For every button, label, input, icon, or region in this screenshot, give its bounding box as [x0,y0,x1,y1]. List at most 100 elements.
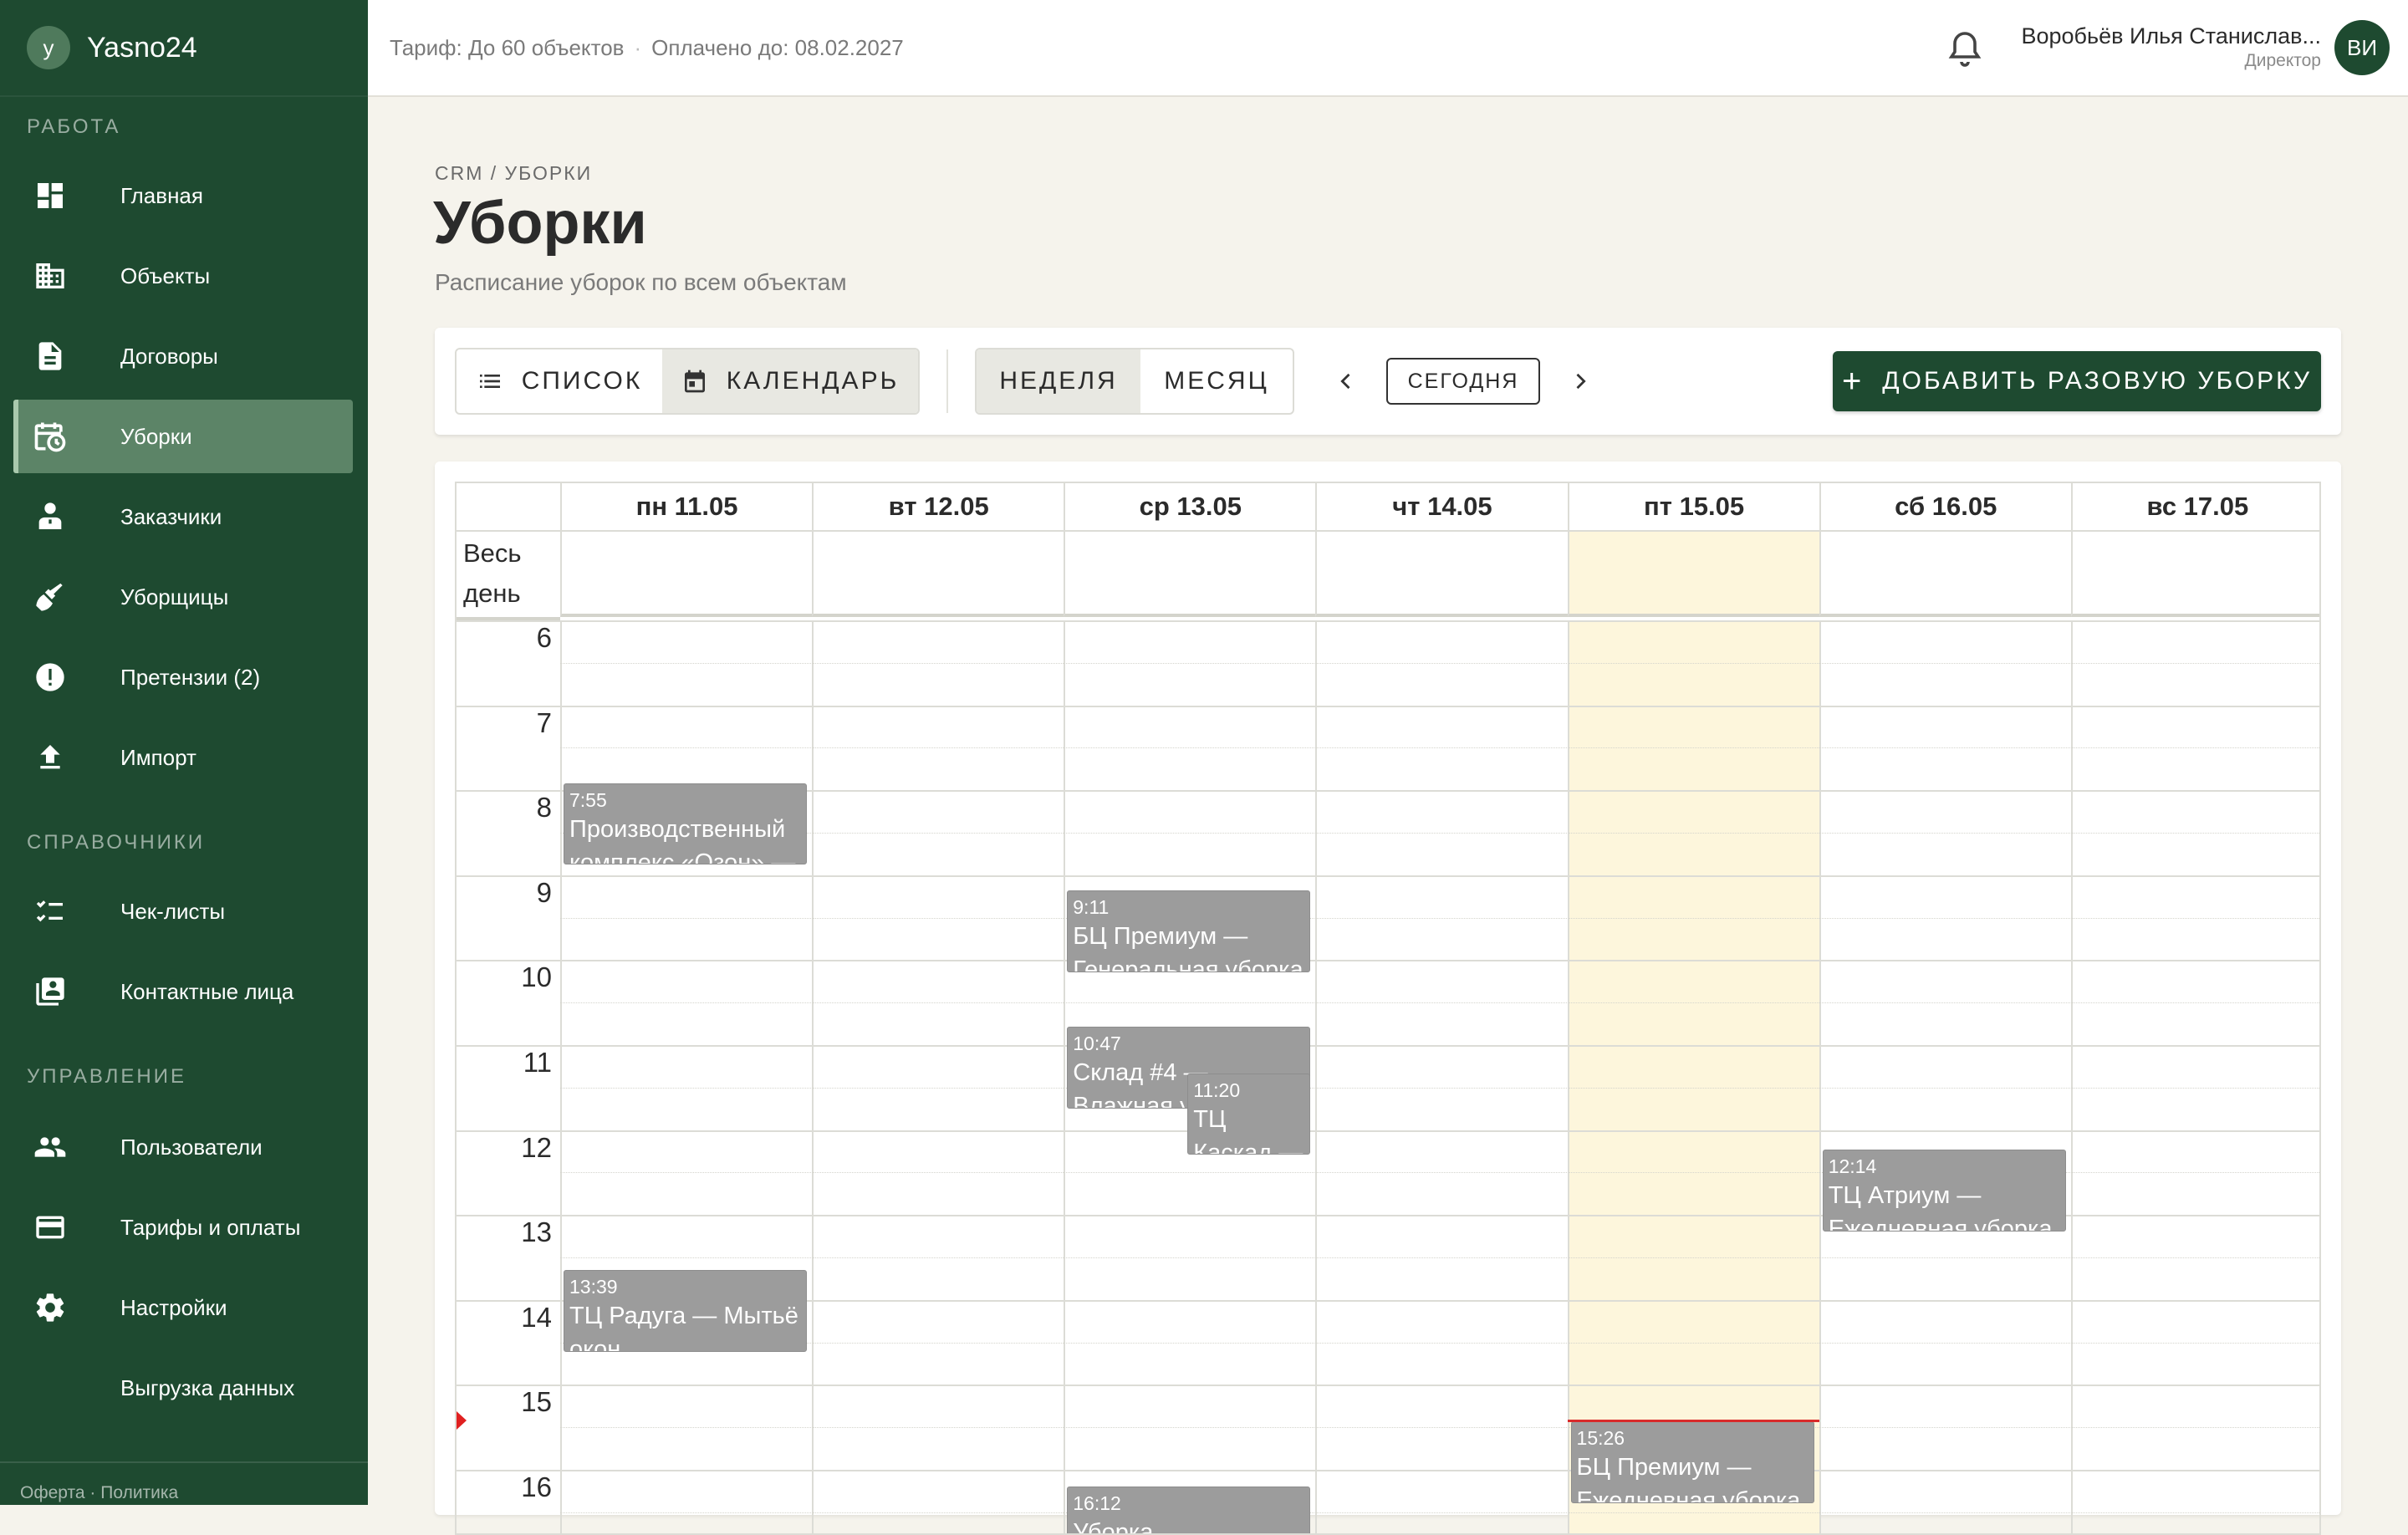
event-block[interactable]: 7:55 Производственный комплекс «Озон» — у… [564,783,808,865]
half-hour-gridline [560,917,2319,919]
sidebar-item-billing[interactable]: Тарифы и оплаты [13,1191,353,1264]
tariff-info: Тариф: До 60 объектов · Оплачено до: 08.02… [390,35,904,61]
day-header[interactable]: пн 11.05 [560,483,813,532]
day-column[interactable] [2070,620,2319,1533]
all-day-cell[interactable] [1064,532,1316,617]
brand[interactable]: y Yasno24 [0,0,368,97]
toolbar-divider [946,349,948,413]
event-block[interactable]: 11:20 ТЦ Каскад — Уборка [1187,1073,1311,1155]
sidebar-item-label: Заказчики [120,503,222,529]
day-header[interactable]: сб 16.05 [1819,483,2071,532]
tariff-separator: · [634,34,642,60]
sidebar-item-cleanings[interactable]: Уборки [13,400,353,473]
footer-separator: · [89,1483,96,1502]
event-time: 15:26 [1576,1427,1625,1450]
offer-link[interactable]: Оферта [20,1483,85,1502]
event-time: 16:12 [1073,1492,1121,1515]
all-day-label: Весь день [463,538,522,608]
sidebar-item-objects[interactable]: Объекты [13,239,353,313]
event-block[interactable]: 13:39 ТЦ Радуга — Мытьё окон [564,1270,808,1352]
day-header[interactable]: вс 17.05 [2070,483,2319,532]
hour-label: 10 [521,961,552,993]
event-title: БЦ Премиум — Генеральная уборка [1073,923,1303,973]
hour-label: 14 [521,1301,552,1333]
user-info[interactable]: Воробьёв Илья Станислав... Директор [2022,23,2322,71]
plus-icon: + [1841,363,1865,400]
event-time: 11:20 [1193,1079,1241,1101]
topbar: Тариф: До 60 объектов · Оплачено до: 08.02… [368,0,2408,97]
avatar[interactable]: ВИ [2334,20,2390,75]
sidebar-item-users[interactable]: Пользователи [13,1110,353,1184]
day-header[interactable]: пт 15.05 [1567,483,1819,532]
hour-label: 7 [536,706,552,738]
page-title: Уборки [433,190,647,257]
contacts-icon [30,971,70,1012]
event-block[interactable]: 12:14 ТЦ Атриум — Ежедневная уборка [1822,1150,2066,1232]
day-column[interactable] [1819,620,2071,1533]
sidebar-item-label: Уборщицы [120,584,229,609]
chevron-right-icon[interactable] [1560,361,1600,401]
event-block[interactable]: 15:26 БЦ Премиум — Ежедневная уборка [1570,1421,1814,1504]
sidebar-item-contracts[interactable]: Договоры [13,319,353,393]
day-header[interactable]: вт 12.05 [812,483,1064,532]
half-hour-gridline [560,1512,2319,1513]
all-day-cell[interactable] [560,532,813,617]
brand-logo: y [27,26,70,69]
month-button[interactable]: Месяц [1140,349,1293,413]
sidebar-item-label: Настройки [120,1294,227,1320]
sidebar-item-contacts[interactable]: Контактные лица [13,955,353,1028]
today-button[interactable]: Сегодня [1386,358,1540,405]
list-view-label: Список [521,367,643,395]
policy-link[interactable]: Политика [100,1483,178,1502]
day-header[interactable]: ср 13.05 [1064,483,1316,532]
nav-section-management: Управление [27,1065,186,1088]
calendar-view-label: Календарь [726,367,900,395]
sidebar-item-cleaners[interactable]: Уборщицы [13,560,353,634]
day-column[interactable] [1315,620,1567,1533]
all-day-cell[interactable] [812,532,1064,617]
nav-section-work: Работа [27,115,121,138]
all-day-cell[interactable] [2070,532,2319,617]
view-switch: Список Календарь [455,348,920,415]
current-time-marker [457,1411,467,1430]
all-day-cell[interactable] [1819,532,2071,617]
sidebar-item-claims[interactable]: Претензии (2) [13,640,353,714]
sidebar-item-home[interactable]: Главная [13,159,353,232]
broom-icon [30,577,70,617]
range-switch: Неделя Месяц [975,348,1294,415]
sidebar-item-import[interactable]: Импорт [13,721,353,794]
dashboard-icon [30,176,70,216]
paid-until: Оплачено до: 08.02.2027 [651,34,904,60]
sidebar-item-label: Претензии (2) [120,664,261,690]
event-time: 10:47 [1073,1032,1121,1054]
sidebar-item-label: Пользователи [120,1134,263,1160]
all-day-cell[interactable] [1567,532,1819,617]
add-cleaning-button[interactable]: + Добавить разовую уборку [1833,351,2321,411]
calendar-view-button[interactable]: Календарь [662,349,918,413]
sidebar-item-checklists[interactable]: Чек-листы [13,875,353,948]
all-day-cell[interactable] [1315,532,1568,617]
users-icon [30,1127,70,1167]
user-role: Директор [2244,51,2321,70]
week-button[interactable]: Неделя [977,349,1140,413]
sidebar: y Yasno24 Работа Главная Объекты Договор… [0,0,368,1505]
nav-section-references: Справочники [27,831,206,854]
event-block[interactable]: 16:12 Уборка [1067,1487,1311,1533]
day-header[interactable]: чт 14.05 [1315,483,1568,532]
day-column[interactable] [812,620,1064,1533]
day-column[interactable] [1567,620,1819,1533]
sidebar-item-export[interactable]: Выгрузка данных [13,1351,353,1425]
day-column[interactable] [560,620,812,1533]
sidebar-item-customers[interactable]: Заказчики [13,480,353,553]
hour-gridline [457,960,2319,962]
sidebar-item-settings[interactable]: Настройки [13,1271,353,1344]
hour-gridline [457,705,2319,707]
sidebar-item-label: Договоры [120,343,218,369]
gear-icon [30,1288,70,1328]
event-block[interactable]: 9:11 БЦ Премиум — Генеральная уборка [1067,890,1311,973]
hour-gridline [457,1470,2319,1471]
chevron-left-icon[interactable] [1326,361,1366,401]
bell-icon[interactable] [1945,28,1985,69]
list-view-button[interactable]: Список [457,349,662,413]
hour-label: 13 [521,1216,552,1248]
